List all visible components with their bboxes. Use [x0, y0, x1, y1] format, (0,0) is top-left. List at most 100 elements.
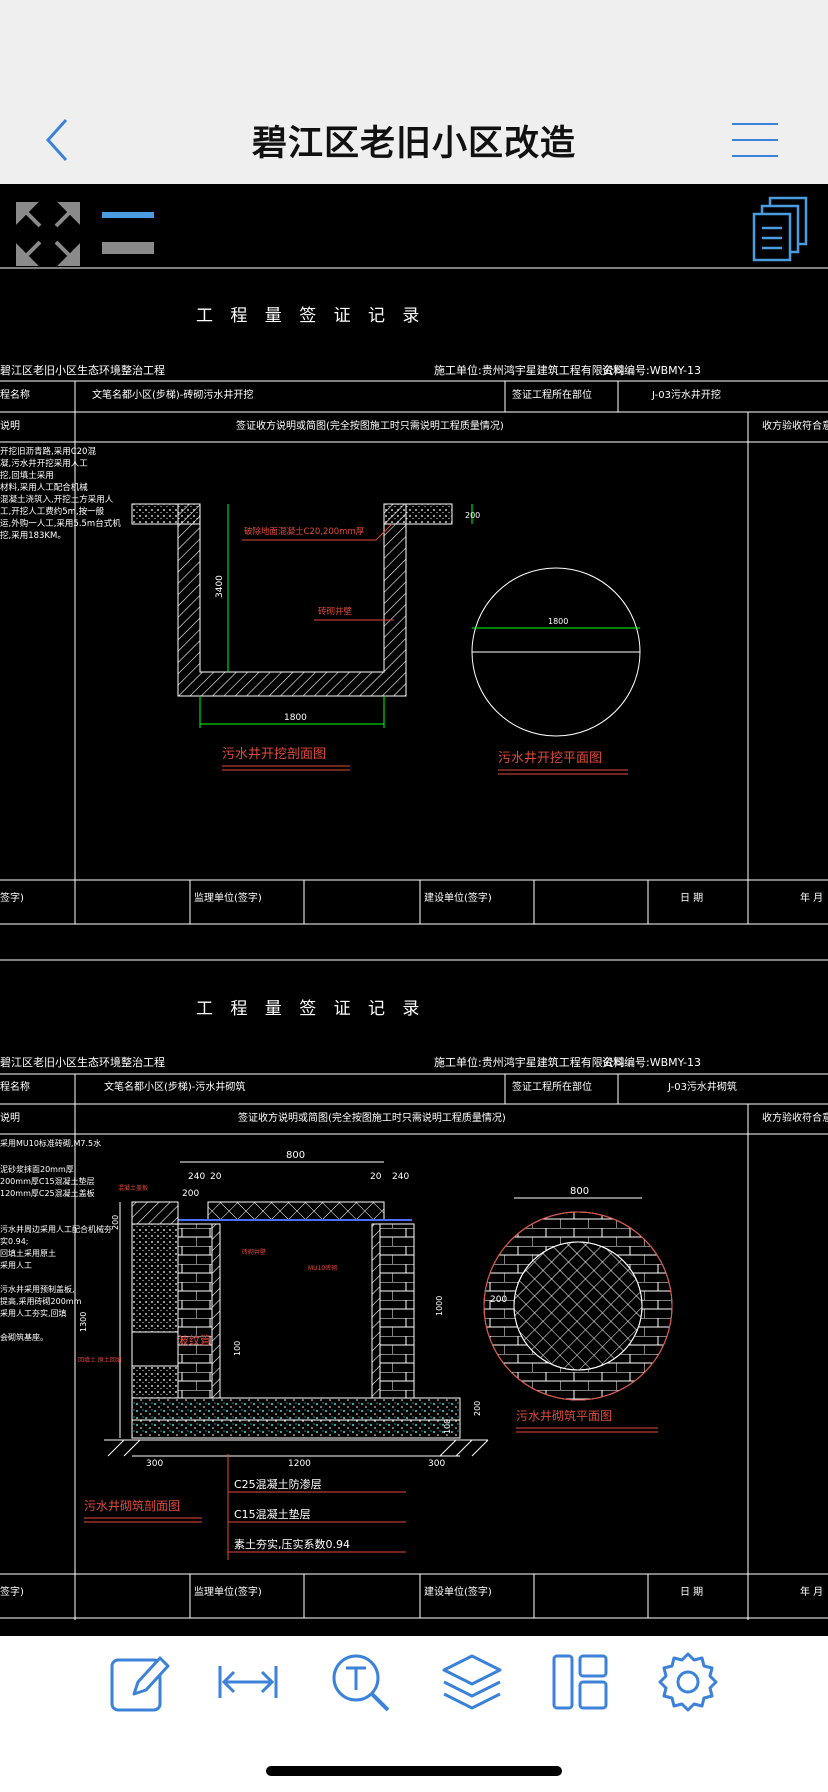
manhole-section-drawing: 800 240 20 20 240 200 波纹管 300 1200 300 2… — [78, 1150, 489, 1560]
plan-caption: 污水井开挖平面图 — [498, 751, 602, 766]
svg-text:波纹管: 波纹管 — [178, 1333, 211, 1347]
svg-text:200: 200 — [473, 1401, 482, 1416]
drawing-svg[interactable]: 工 程 量 签 证 记 录 碧江区老旧小区生态环境整治工程 施工单位:贵州鸿宇星… — [0, 184, 828, 1636]
dim-slab: 200 — [465, 511, 480, 520]
svg-text:J-03污水井砌筑: J-03污水井砌筑 — [667, 1080, 737, 1093]
svg-text:挖,回填土采用: 挖,回填土采用 — [0, 470, 54, 481]
svg-text:签证收方说明或简图(完全按图施工时只需说明工程质量情况): 签证收方说明或简图(完全按图施工时只需说明工程质量情况) — [238, 1111, 506, 1124]
svg-text:污水井砌筑剖面图: 污水井砌筑剖面图 — [84, 1498, 180, 1513]
svg-text:300: 300 — [428, 1459, 445, 1469]
svg-text:签字): 签字) — [0, 891, 24, 904]
sheet-1-location-value: J-03污水井开挖 — [651, 388, 721, 401]
bottom-toolbar — [0, 1636, 828, 1792]
home-indicator[interactable] — [266, 1766, 562, 1776]
sheet-2-notes: 采用MU10标准砖砌,M7.5水 泥砂浆抹面20mm厚; 200mm厚C15混凝… — [0, 1138, 112, 1342]
expand-arrows-icon[interactable] — [16, 202, 80, 266]
svg-text:800: 800 — [570, 1186, 589, 1197]
svg-text:碧江区老旧小区生态环境整治工程: 碧江区老旧小区生态环境整治工程 — [0, 1055, 165, 1069]
svg-text:签字): 签字) — [0, 1585, 24, 1598]
measure-distance-icon[interactable] — [216, 1650, 280, 1714]
page-title: 碧江区老旧小区改造 — [251, 124, 576, 164]
sheet-1-notes: 开挖旧沥青路,采用C20混 凝,污水井开挖采用人工 挖,回填土采用 材料,采用人… — [0, 446, 121, 541]
svg-text:开挖旧沥青路,采用C20混: 开挖旧沥青路,采用C20混 — [0, 446, 96, 457]
svg-text:1300: 1300 — [79, 1312, 88, 1332]
document-stack-icon[interactable] — [752, 196, 808, 262]
svg-text:监理单位(签字): 监理单位(签字) — [194, 891, 262, 904]
svg-text:20: 20 — [210, 1172, 222, 1182]
svg-text:砖砌井壁: 砖砌井壁 — [242, 1248, 266, 1256]
svg-text:1000: 1000 — [435, 1296, 444, 1316]
svg-text:签证工程所在部位: 签证工程所在部位 — [512, 1080, 592, 1093]
svg-text:混凝土浇筑入,开挖土方采用人: 混凝土浇筑入,开挖土方采用人 — [0, 494, 114, 505]
layer-toggle-icon[interactable] — [102, 212, 154, 254]
svg-text:监理单位(签字): 监理单位(签字) — [194, 1585, 262, 1598]
sheet-2: 工 程 量 签 证 记 录 碧江区老旧小区生态环境整治工程 施工单位:贵州鸿宇星… — [0, 999, 828, 1620]
svg-text:C15混凝土垫层: C15混凝土垫层 — [234, 1507, 311, 1521]
svg-text:回填土 原土回填: 回填土 原土回填 — [78, 1356, 122, 1364]
navigation-bar: 碧江区老旧小区改造 — [0, 0, 828, 184]
svg-text:采用MU10标准砖砌,M7.5水: 采用MU10标准砖砌,M7.5水 — [0, 1138, 101, 1148]
settings-gear-icon[interactable] — [656, 1650, 720, 1714]
svg-text:污水井周边采用人工配合机械夯: 污水井周边采用人工配合机械夯 — [0, 1224, 112, 1234]
svg-text:1200: 1200 — [288, 1459, 311, 1469]
svg-text:运,外购一人工,采用5.5m台式机: 运,外购一人工,采用5.5m台式机 — [0, 518, 121, 529]
svg-text:素土夯实,压实系数0.94: 素土夯实,压实系数0.94 — [234, 1537, 350, 1551]
svg-text:200: 200 — [490, 1295, 507, 1305]
sheet-1-project: 碧江区老旧小区生态环境整治工程 — [0, 363, 165, 377]
svg-text:C25混凝土防渗层: C25混凝土防渗层 — [234, 1477, 322, 1491]
circle-dim-1: 1800 — [548, 617, 568, 626]
svg-text:100: 100 — [443, 1419, 452, 1434]
sheet-1-desc-label: 说明 — [0, 419, 20, 432]
edit-annotate-icon[interactable] — [108, 1650, 172, 1714]
svg-text:800: 800 — [286, 1150, 305, 1161]
sheet-1-contractor: 施工单位:贵州鸿宇星建筑工程有限公司 — [434, 363, 625, 377]
svg-text:材料,采用人工配合机械: 材料,采用人工配合机械 — [0, 482, 88, 493]
svg-text:建设单位(签字): 建设单位(签字) — [424, 891, 492, 904]
pit-section-drawing: 3400 1800 200 破除地面混凝土C20,200mm厚 砖砌井壁 污水井… — [131, 503, 480, 771]
svg-text:日 期: 日 期 — [680, 1586, 703, 1598]
svg-text:污水井采用预制盖板,: 污水井采用预制盖板, — [0, 1284, 75, 1294]
sheet-1-location-label: 签证工程所在部位 — [512, 388, 592, 401]
manhole-plan-drawing: 800 200 污水井砌筑平面图 — [483, 1186, 673, 1433]
svg-text:混凝土盖板: 混凝土盖板 — [118, 1184, 148, 1192]
sheet-1-name-label: 程名称 — [0, 388, 30, 401]
text-search-icon[interactable] — [328, 1650, 392, 1714]
svg-text:年 月: 年 月 — [800, 1585, 823, 1598]
svg-text:提高,采用砖砌200mm: 提高,采用砖砌200mm — [0, 1296, 82, 1306]
svg-text:收方验收符合意见: 收方验收符合意见 — [762, 1111, 828, 1124]
svg-text:工,开挖人工费约5m,按一般: 工,开挖人工费约5m,按一般 — [0, 506, 105, 517]
dim-depth: 3400 — [215, 575, 225, 598]
svg-text:20: 20 — [370, 1172, 382, 1182]
hamburger-menu-icon[interactable] — [730, 120, 780, 160]
svg-text:建设单位(签字): 建设单位(签字) — [424, 1585, 492, 1598]
sheet-1-title: 工 程 量 签 证 记 录 — [196, 306, 425, 326]
svg-text:回填土采用原土: 回填土采用原土 — [0, 1248, 56, 1258]
svg-text:120mm厚C25混凝土盖板: 120mm厚C25混凝土盖板 — [0, 1188, 95, 1198]
layout-panels-icon[interactable] — [548, 1650, 612, 1714]
section-caption: 污水井开挖剖面图 — [222, 747, 326, 762]
cad-drawing-canvas[interactable]: 工 程 量 签 证 记 录 碧江区老旧小区生态环境整治工程 施工单位:贵州鸿宇星… — [0, 184, 828, 1636]
svg-text:日 期: 日 期 — [680, 892, 703, 904]
svg-text:实0.94;: 实0.94; — [0, 1236, 29, 1246]
svg-text:200mm厚C15混凝土垫层: 200mm厚C15混凝土垫层 — [0, 1176, 95, 1186]
svg-text:会砌筑基座。: 会砌筑基座。 — [0, 1332, 48, 1342]
svg-text:200: 200 — [182, 1189, 199, 1199]
sheet-1-diagram-label: 签证收方说明或简图(完全按图施工时只需说明工程质量情况) — [236, 419, 504, 432]
svg-text:程名称: 程名称 — [0, 1080, 30, 1093]
svg-text:挖,采用183KM。: 挖,采用183KM。 — [0, 530, 66, 541]
svg-text:泥砂浆抹面20mm厚;: 泥砂浆抹面20mm厚; — [0, 1164, 76, 1174]
svg-text:文笔名都小区(步梯)-污水井砌筑: 文笔名都小区(步梯)-污水井砌筑 — [104, 1080, 245, 1093]
svg-text:施工单位:贵州鸿宇星建筑工程有限公司: 施工单位:贵州鸿宇星建筑工程有限公司 — [434, 1055, 625, 1069]
svg-text:采用人工: 采用人工 — [0, 1260, 32, 1270]
svg-text:凝,污水井开挖采用人工: 凝,污水井开挖采用人工 — [0, 458, 88, 469]
dim-width: 1800 — [284, 713, 307, 723]
layers-icon[interactable] — [440, 1650, 504, 1714]
sheet-1-doc-no: 资料编号:WBMY-13 — [602, 363, 701, 377]
sheet-1-name-value: 文笔名都小区(步梯)-砖砌污水井开挖 — [92, 388, 253, 401]
svg-text:240: 240 — [188, 1172, 205, 1182]
svg-text:年 月: 年 月 — [800, 891, 823, 904]
pit-label-2: 砖砌井壁 — [318, 606, 353, 617]
svg-text:说明: 说明 — [0, 1111, 20, 1124]
svg-text:污水井砌筑平面图: 污水井砌筑平面图 — [516, 1408, 612, 1423]
sheet-1-acceptance-label: 收方验收符合意见 — [762, 419, 828, 432]
